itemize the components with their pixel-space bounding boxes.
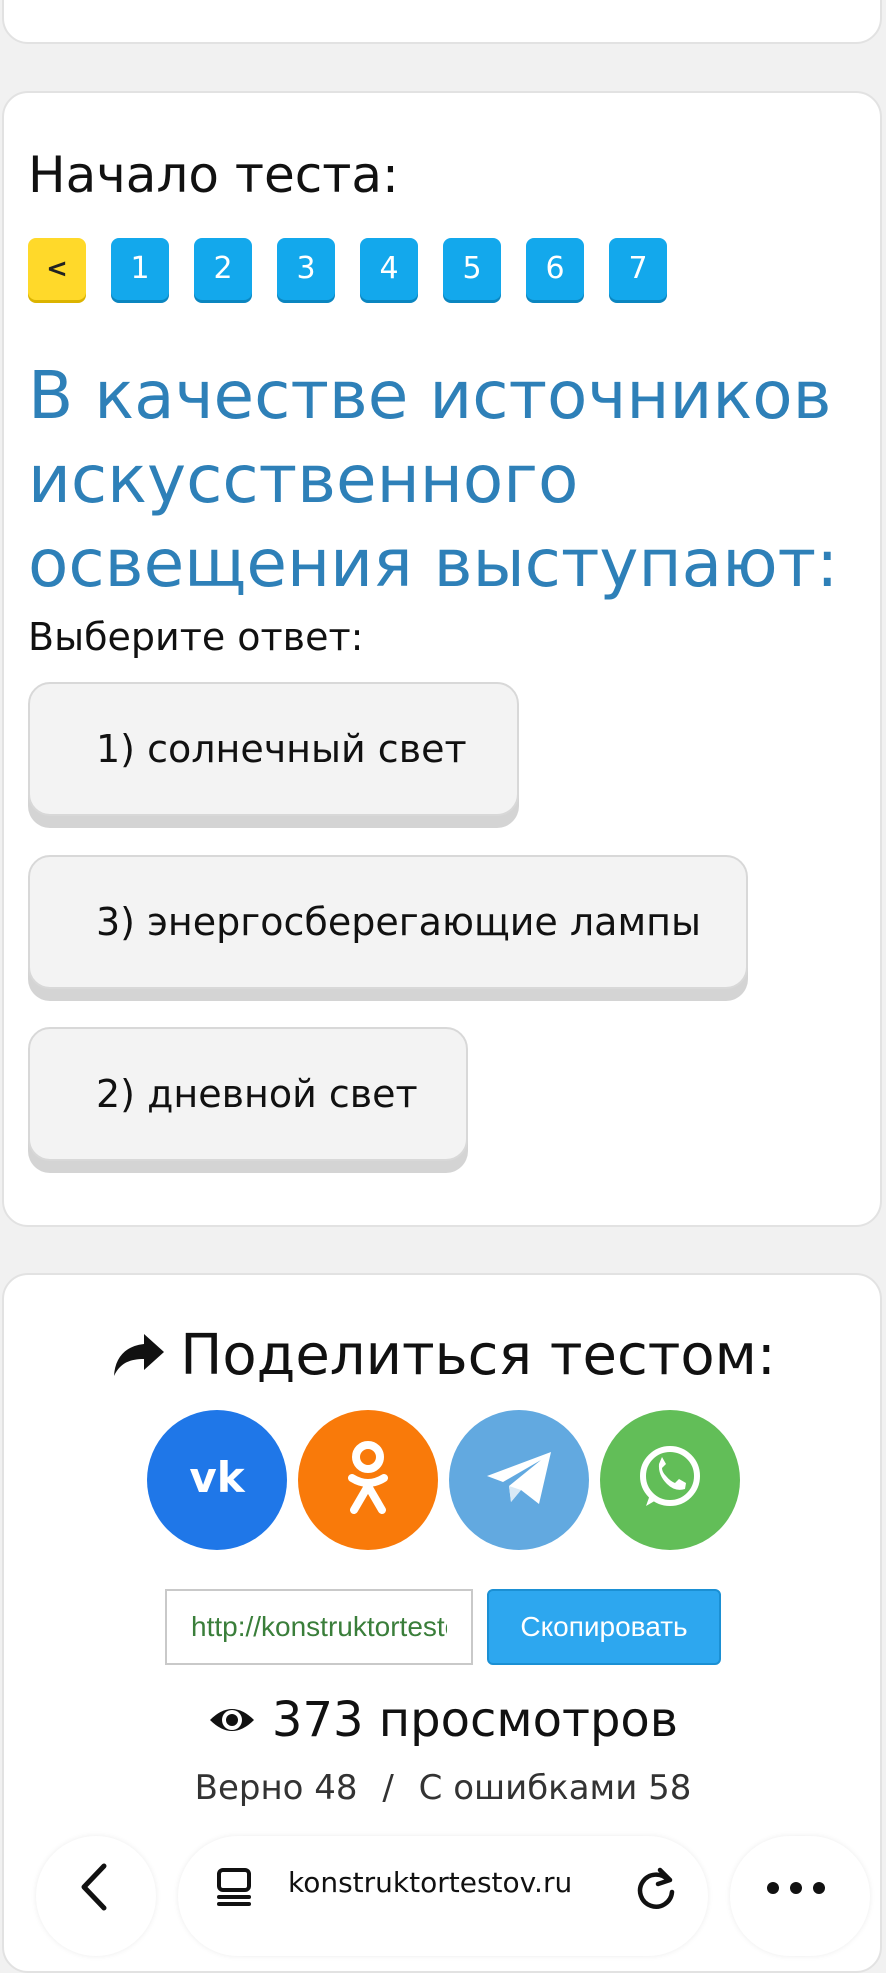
chevron-left-icon — [78, 1862, 108, 1916]
page-button-4[interactable]: 4 — [360, 238, 418, 300]
prev-question-button[interactable]: < — [28, 238, 86, 300]
share-arrow-icon — [110, 1332, 166, 1380]
views-count: 373 просмотров — [271, 1692, 679, 1748]
telegram-share-button[interactable] — [449, 1410, 589, 1550]
odnoklassniki-icon — [343, 1440, 393, 1520]
views-counter: 373 просмотров — [0, 1688, 886, 1752]
vk-icon: vk — [184, 1453, 250, 1502]
vk-share-button[interactable]: vk — [147, 1410, 287, 1550]
page-button-6[interactable]: 6 — [526, 238, 584, 300]
odnoklassniki-share-button[interactable] — [298, 1410, 438, 1550]
share-heading: Поделиться тестом: — [0, 1320, 886, 1392]
page-button-7[interactable]: 7 — [609, 238, 667, 300]
more-dots-icon — [766, 1880, 826, 1899]
wrong-count: С ошибками 58 — [418, 1768, 692, 1808]
answer-option[interactable]: 1) солнечный свет — [28, 682, 519, 816]
question-text: В качестве источников искусственного осв… — [28, 357, 839, 602]
browser-menu-button[interactable] — [730, 1836, 870, 1956]
answer-option[interactable]: 3) энергосберегающие лампы — [28, 855, 748, 989]
answer-hint: Выберите ответ: — [28, 615, 364, 659]
url-text: konstruktortestov.ru — [288, 1866, 573, 1899]
social-share-buttons: vk — [147, 1410, 740, 1550]
answer-option[interactable]: 2) дневной свет — [28, 1027, 468, 1161]
answer-label: 2) дневной свет — [96, 1072, 418, 1116]
page-button-1[interactable]: 1 — [111, 238, 169, 300]
reader-mode-icon[interactable] — [214, 1866, 254, 1910]
page-button-3[interactable]: 3 — [277, 238, 335, 300]
whatsapp-share-button[interactable] — [600, 1410, 740, 1550]
results-stats: Верно 48 / С ошибками 58 — [0, 1764, 886, 1812]
share-link-input[interactable] — [165, 1589, 473, 1665]
copy-link-button[interactable]: Скопировать — [487, 1589, 721, 1665]
svg-text:vk: vk — [189, 1458, 245, 1498]
question-pager: < 1 2 3 4 5 6 7 — [28, 238, 667, 300]
page-button-2[interactable]: 2 — [194, 238, 252, 300]
reload-icon[interactable] — [634, 1866, 678, 1914]
stats-separator: / — [382, 1768, 394, 1808]
page-button-5[interactable]: 5 — [443, 238, 501, 300]
quiz-start-title: Начало теста: — [28, 146, 399, 204]
answer-label: 1) солнечный свет — [96, 727, 467, 771]
answer-label: 3) энергосберегающие лампы — [96, 900, 701, 944]
top-card — [2, 0, 882, 44]
whatsapp-icon — [634, 1442, 706, 1518]
eye-icon — [208, 1688, 256, 1752]
correct-count: Верно 48 — [194, 1768, 358, 1808]
browser-toolbar: konstruktortestov.ru — [0, 1828, 886, 1956]
browser-back-button[interactable] — [36, 1836, 156, 1956]
address-bar[interactable]: konstruktortestov.ru — [178, 1836, 708, 1956]
telegram-icon — [483, 1448, 555, 1512]
share-title: Поделиться тестом: — [180, 1323, 776, 1388]
